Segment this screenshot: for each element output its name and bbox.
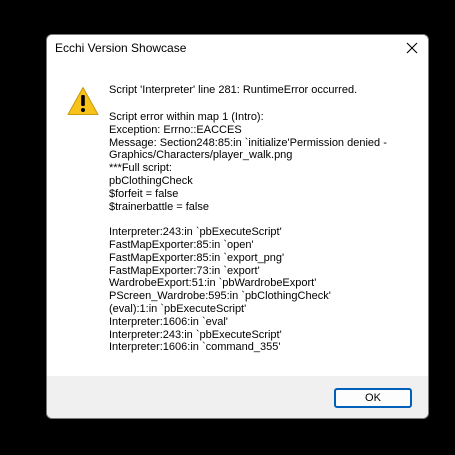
error-detail-line: Script error within map 1 (Intro): xyxy=(109,111,264,123)
error-detail-line xyxy=(109,213,387,226)
warning-icon xyxy=(67,87,99,115)
error-detail-line: Exception: Errno::EACCES xyxy=(109,123,242,136)
error-detail-line: $trainerbattle = false xyxy=(109,200,209,213)
error-detail-line: Interpreter:243:in `pbExecuteScript' xyxy=(109,226,282,239)
error-detail-line: (eval):1:in `pbExecuteScript' xyxy=(109,302,247,315)
error-detail-line: FastMapExporter:73:in `export' xyxy=(109,264,260,277)
error-detail-line: WardrobeExport:51:in `pbWardrobeExport' xyxy=(109,277,317,290)
error-detail-line: PScreen_Wardrobe:595:in `pbClothingCheck… xyxy=(109,290,331,303)
window-title: Ecchi Version Showcase xyxy=(55,41,187,55)
button-bar: OK xyxy=(47,376,428,418)
error-detail-line: ***Full script: xyxy=(109,162,172,175)
error-details: Script error within map 1 (Intro): Except… xyxy=(109,111,387,354)
error-detail-line: FastMapExporter:85:in `export_png' xyxy=(109,251,285,264)
ok-button[interactable]: OK xyxy=(334,388,412,408)
close-icon xyxy=(406,42,418,54)
message-area: Script 'Interpreter' line 281: RuntimeEr… xyxy=(47,61,428,376)
error-detail-line: Interpreter:243:in `pbExecuteScript' xyxy=(109,328,282,341)
error-detail-line: Interpreter:1606:in `eval' xyxy=(109,315,228,328)
error-dialog: Ecchi Version Showcase Script 'Interpret… xyxy=(46,34,429,419)
error-heading: Script 'Interpreter' line 281: RuntimeEr… xyxy=(109,84,358,96)
error-detail-line: FastMapExporter:85:in `open' xyxy=(109,238,254,251)
error-detail-line: Message: Section248:85:in `initialize'Pe… xyxy=(109,136,387,149)
error-detail-line: Interpreter:1606:in `command_355' xyxy=(109,341,281,354)
close-button[interactable] xyxy=(396,35,428,61)
error-detail-line: pbClothingCheck xyxy=(109,174,193,187)
error-detail-line: Graphics/Characters/player_walk.png xyxy=(109,149,293,162)
error-detail-line: $forfeit = false xyxy=(109,187,179,200)
title-bar[interactable]: Ecchi Version Showcase xyxy=(47,35,428,61)
